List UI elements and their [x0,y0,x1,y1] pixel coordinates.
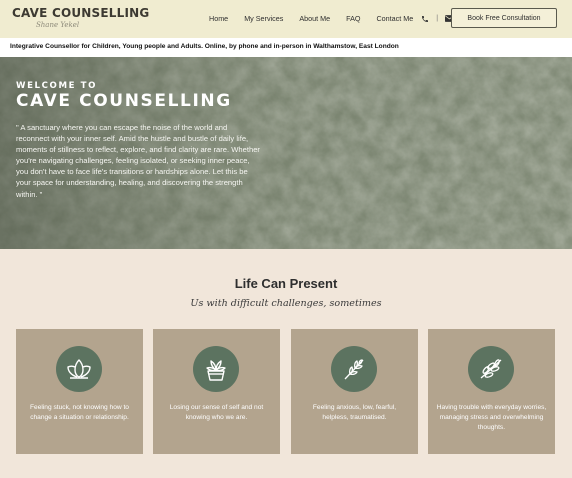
nav-faq[interactable]: FAQ [346,14,360,23]
hero-quote: " A sanctuary where you can escape the n… [16,123,260,199]
nav-about-me[interactable]: About Me [299,14,330,23]
leaf-branch-icon [331,346,377,392]
hero-section: WELCOME TO CAVE COUNSELLING " A sanctuar… [0,57,572,249]
hero-content: WELCOME TO CAVE COUNSELLING " A sanctuar… [16,81,262,200]
olive-branch-icon [468,346,514,392]
lotus-icon [56,346,102,392]
logo-text: CAVE COUNSELLING [12,6,150,20]
tagline-bar: Integrative Counsellor for Children, You… [0,38,572,57]
nav-contact-me[interactable]: Contact Me [376,14,413,23]
challenge-card: Losing our sense of self and not knowing… [153,329,280,454]
tagline: Integrative Counsellor for Children, You… [10,43,399,50]
logo[interactable]: CAVE COUNSELLING Shane Yekel [12,6,149,29]
challenge-card: Feeling stuck, not knowing how to change… [16,329,143,454]
section-title: Life Can Present [234,276,338,291]
card-text: Feeling stuck, not knowing how to change… [30,404,129,421]
main-nav: Home My Services About Me FAQ Contact Me… [209,14,455,23]
nav-home[interactable]: Home [209,14,228,23]
hero-title: CAVE COUNSELLING [16,91,232,111]
potted-plant-icon [193,346,239,392]
card-text: Feeling anxious, low, fearful, helpless,… [312,404,397,421]
hero-welcome: WELCOME TO [16,81,98,91]
card-text: Losing our sense of self and not knowing… [169,404,264,421]
challenge-card: Feeling anxious, low, fearful, helpless,… [291,329,418,454]
card-text: Having trouble with everyday worries, ma… [436,404,547,431]
book-consultation-button[interactable]: Book Free Consultation [451,8,557,28]
phone-icon[interactable] [421,15,429,23]
challenge-card: Having trouble with everyday worries, ma… [428,329,555,454]
nav-separator: | [436,15,439,22]
logo-signature: Shane Yekel [36,21,80,29]
nav-my-services[interactable]: My Services [244,14,283,23]
section-subtitle: Us with difficult challenges, sometimes [190,298,382,309]
site-header: CAVE COUNSELLING Shane Yekel Home My Ser… [0,0,572,38]
